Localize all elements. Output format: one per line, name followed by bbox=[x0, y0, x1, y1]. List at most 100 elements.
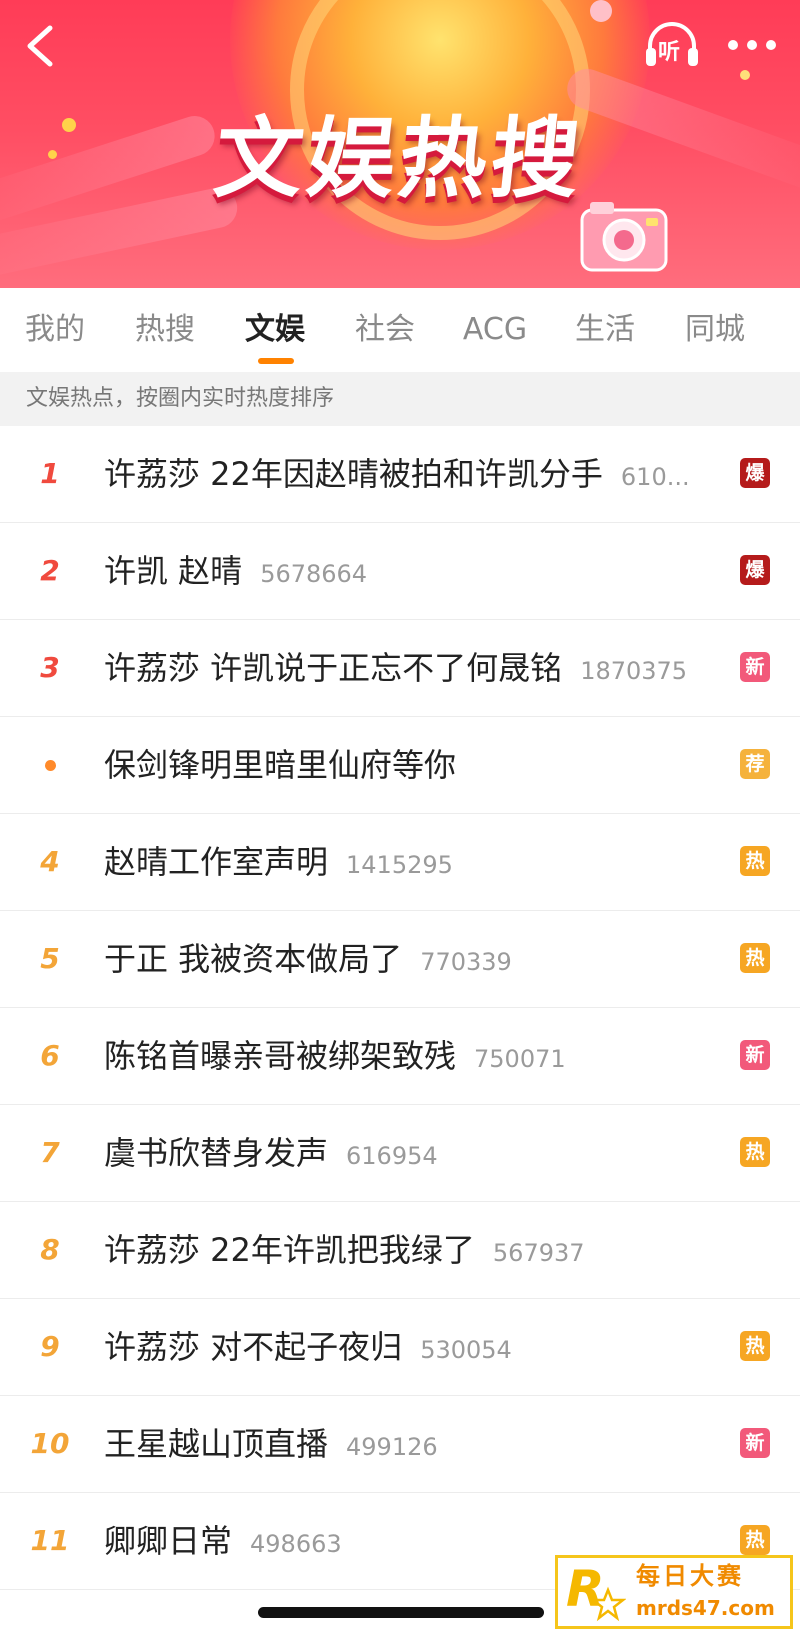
item-title: 于正 我被资本做局了 bbox=[104, 940, 403, 978]
item-title: 许荔莎 22年因赵晴被拍和许凯分手 bbox=[104, 455, 603, 493]
rank-number: 1 bbox=[40, 457, 60, 490]
tab-local[interactable]: 同城 bbox=[660, 288, 770, 372]
tab-label: 热搜 bbox=[135, 312, 195, 347]
tab-label: 文娱 bbox=[245, 312, 305, 347]
rank-number: 8 bbox=[40, 1233, 60, 1266]
watermark-logo-icon: R bbox=[566, 1560, 626, 1622]
explosive-badge: 爆 bbox=[740, 458, 770, 488]
banner-dot bbox=[590, 0, 612, 22]
rank-number: 9 bbox=[40, 1330, 60, 1363]
tab-label: 我的 bbox=[25, 312, 85, 347]
watermark-line2: mrds47.com bbox=[636, 1596, 775, 1620]
item-title: 陈铭首曝亲哥被绑架致残 bbox=[104, 1037, 457, 1075]
hot-search-item[interactable]: 5 于正 我被资本做局了 770339 热 bbox=[0, 911, 800, 1008]
listen-label: 听 bbox=[658, 40, 681, 65]
heat-count: 530054 bbox=[420, 1336, 512, 1364]
tab-entertainment[interactable]: 文娱 bbox=[220, 288, 330, 372]
heat-count: 616954 bbox=[346, 1142, 438, 1170]
rank-number: 5 bbox=[40, 942, 60, 975]
heat-count: 1415295 bbox=[346, 851, 453, 879]
svg-text:R: R bbox=[566, 1560, 605, 1618]
tab-hot-search[interactable]: 热搜 bbox=[110, 288, 220, 372]
item-title: 赵晴工作室声明 bbox=[104, 843, 329, 881]
item-text: 许荔莎 22年因赵晴被拍和许凯分手 610... bbox=[104, 426, 720, 522]
heat-count: 610... bbox=[620, 463, 690, 491]
tab-life[interactable]: 生活 bbox=[550, 288, 660, 372]
hot-badge: 热 bbox=[740, 846, 770, 876]
item-title: 虞书欣替身发声 bbox=[104, 1134, 329, 1172]
hot-search-item[interactable]: 7 虞书欣替身发声 616954 热 bbox=[0, 1105, 800, 1202]
new-badge: 新 bbox=[740, 652, 770, 682]
hot-search-item[interactable]: 4 赵晴工作室声明 1415295 热 bbox=[0, 814, 800, 911]
recommended-badge: 荐 bbox=[740, 749, 770, 779]
section-description: 文娱热点，按圈内实时热度排序 bbox=[0, 372, 800, 426]
hot-search-item[interactable]: 9 许荔莎 对不起子夜归 530054 热 bbox=[0, 1299, 800, 1396]
rank-number: 11 bbox=[30, 1524, 70, 1557]
rank-number: 3 bbox=[40, 651, 60, 684]
banner-title: 文娱热搜 bbox=[209, 107, 589, 210]
tab-acg[interactable]: ACG bbox=[440, 288, 550, 372]
heat-count: 770339 bbox=[420, 948, 512, 976]
category-tabs: 我的 热搜 文娱 社会 ACG 生活 同城 bbox=[0, 288, 800, 372]
hot-badge: 热 bbox=[740, 1331, 770, 1361]
hot-badge: 热 bbox=[740, 1525, 770, 1555]
hot-search-item[interactable]: 6 陈铭首曝亲哥被绑架致残 750071 新 bbox=[0, 1008, 800, 1105]
rank-number: 7 bbox=[40, 1136, 60, 1169]
heat-count: 1870375 bbox=[580, 657, 688, 685]
item-text: 王星越山顶直播 499126 bbox=[104, 1396, 720, 1492]
tab-label: 同城 bbox=[685, 312, 745, 347]
tab-society[interactable]: 社会 bbox=[330, 288, 440, 372]
hot-search-item[interactable]: 10 王星越山顶直播 499126 新 bbox=[0, 1396, 800, 1493]
item-text: 赵晴工作室声明 1415295 bbox=[104, 814, 720, 910]
hot-search-item[interactable]: 2 许凯 赵晴 5678664 爆 bbox=[0, 523, 800, 620]
hot-search-item[interactable]: 8 许荔莎 22年许凯把我绿了 567937 bbox=[0, 1202, 800, 1299]
item-text: 保剑锋明里暗里仙府等你 bbox=[104, 717, 720, 813]
item-text: 许荔莎 22年许凯把我绿了 567937 bbox=[104, 1202, 720, 1298]
promoted-dot-icon bbox=[45, 760, 56, 771]
listen-headphones-icon[interactable]: 听 bbox=[642, 18, 702, 74]
item-text: 许荔莎 对不起子夜归 530054 bbox=[104, 1299, 720, 1395]
item-text: 陈铭首曝亲哥被绑架致残 750071 bbox=[104, 1008, 720, 1104]
camera-icon bbox=[580, 202, 668, 272]
back-arrow-icon[interactable] bbox=[20, 24, 60, 68]
rank-number: 10 bbox=[30, 1427, 70, 1460]
hot-badge: 热 bbox=[740, 943, 770, 973]
heat-count: 5678664 bbox=[260, 560, 368, 588]
item-text: 于正 我被资本做局了 770339 bbox=[104, 911, 720, 1007]
hot-search-item[interactable]: 3 许荔莎 许凯说于正忘不了何晟铭 1870375 新 bbox=[0, 620, 800, 717]
item-title: 王星越山顶直播 bbox=[104, 1425, 329, 1463]
watermark-line1: 每日大赛 bbox=[636, 1562, 744, 1590]
more-options-icon[interactable] bbox=[724, 28, 780, 62]
header-banner: 听 文娱热搜 bbox=[0, 0, 800, 288]
rank-number: 4 bbox=[40, 845, 60, 878]
tab-label: 社会 bbox=[355, 312, 415, 347]
item-title: 卿卿日常 bbox=[104, 1522, 233, 1560]
tab-label: 生活 bbox=[575, 312, 635, 347]
item-text: 许荔莎 许凯说于正忘不了何晟铭 1870375 bbox=[104, 620, 720, 716]
new-badge: 新 bbox=[740, 1428, 770, 1458]
hot-search-item[interactable]: 1 许荔莎 22年因赵晴被拍和许凯分手 610... 爆 bbox=[0, 426, 800, 523]
hot-search-list: 1 许荔莎 22年因赵晴被拍和许凯分手 610... 爆 2 许凯 赵晴 56786… bbox=[0, 426, 800, 1590]
new-badge: 新 bbox=[740, 1040, 770, 1070]
home-indicator[interactable] bbox=[258, 1607, 544, 1618]
heat-count: 498663 bbox=[250, 1530, 342, 1558]
item-text: 许凯 赵晴 5678664 bbox=[104, 523, 720, 619]
hot-badge: 热 bbox=[740, 1137, 770, 1167]
heat-count: 567937 bbox=[492, 1239, 585, 1267]
watermark-text: 每日大赛 mrds47.com bbox=[636, 1560, 775, 1624]
item-title: 许荔莎 许凯说于正忘不了何晟铭 bbox=[104, 649, 563, 687]
heat-count: 750071 bbox=[474, 1045, 566, 1073]
item-title: 许凯 赵晴 bbox=[104, 552, 243, 590]
watermark: R 每日大赛 mrds47.com bbox=[555, 1555, 793, 1629]
item-title: 许荔莎 对不起子夜归 bbox=[104, 1328, 403, 1366]
explosive-badge: 爆 bbox=[740, 555, 770, 585]
banner-dot bbox=[740, 70, 750, 80]
item-title: 保剑锋明里暗里仙府等你 bbox=[104, 746, 457, 784]
tab-mine[interactable]: 我的 bbox=[0, 288, 110, 372]
rank-number: 2 bbox=[40, 554, 60, 587]
item-title: 许荔莎 22年许凯把我绿了 bbox=[104, 1231, 475, 1269]
heat-count: 499126 bbox=[346, 1433, 438, 1461]
item-text: 虞书欣替身发声 616954 bbox=[104, 1105, 720, 1201]
active-tab-indicator bbox=[258, 358, 294, 364]
hot-search-item-promoted[interactable]: 保剑锋明里暗里仙府等你 荐 bbox=[0, 717, 800, 814]
